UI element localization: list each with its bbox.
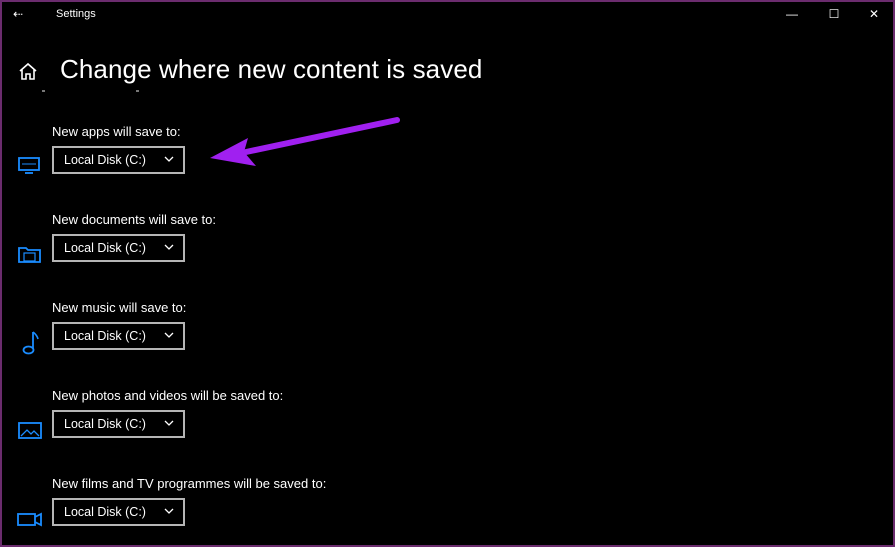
documents-save-location-dropdown[interactable]: Local Disk (C:) [52, 234, 185, 262]
back-arrow-icon[interactable]: ⇠ [8, 5, 28, 23]
dropdown-value: Local Disk (C:) [64, 153, 146, 167]
section-label: New documents will save to: [52, 212, 217, 227]
page-title: Change where new content is saved [60, 54, 483, 84]
title-bar: ⇠ Settings — ☐ ✕ [2, 2, 893, 28]
section-label: New photos and videos will be saved to: [52, 388, 284, 403]
section-label: New music will save to: [52, 300, 187, 315]
music-note-icon [16, 330, 44, 355]
chevron-down-icon [164, 508, 174, 514]
dropdown-value: Local Disk (C:) [64, 505, 146, 519]
section-label: New apps will save to: [52, 124, 181, 139]
section-documents: New documents will save to: Local Disk (… [2, 212, 502, 292]
settings-window: ⇠ Settings — ☐ ✕ Change where new conten… [0, 0, 895, 547]
chevron-down-icon [164, 332, 174, 338]
chevron-down-icon [164, 244, 174, 250]
minimize-button[interactable]: — [775, 4, 809, 24]
music-save-location-dropdown[interactable]: Local Disk (C:) [52, 322, 185, 350]
video-camera-icon [16, 506, 44, 530]
section-label: New films and TV programmes will be save… [52, 476, 327, 491]
picture-icon [16, 418, 44, 442]
chevron-down-icon [164, 420, 174, 426]
photos-videos-save-location-dropdown[interactable]: Local Disk (C:) [52, 410, 185, 438]
monitor-icon [16, 154, 44, 178]
annotation-arrow [210, 117, 400, 166]
close-button[interactable]: ✕ [857, 4, 891, 24]
dropdown-value: Local Disk (C:) [64, 241, 146, 255]
dropdown-value: Local Disk (C:) [64, 417, 146, 431]
section-photos-videos: New photos and videos will be saved to: … [2, 388, 502, 468]
apps-save-location-dropdown[interactable]: Local Disk (C:) [52, 146, 185, 174]
window-title: Settings [56, 8, 96, 20]
home-icon[interactable] [16, 60, 40, 84]
dropdown-value: Local Disk (C:) [64, 329, 146, 343]
section-music: New music will save to: Local Disk (C:) [2, 300, 502, 380]
document-folder-icon [16, 242, 44, 266]
chevron-down-icon [164, 156, 174, 162]
scroll-indicator [42, 90, 139, 92]
section-films-tv: New films and TV programmes will be save… [2, 476, 502, 545]
maximize-button[interactable]: ☐ [817, 4, 851, 24]
films-tv-save-location-dropdown[interactable]: Local Disk (C:) [52, 498, 185, 526]
